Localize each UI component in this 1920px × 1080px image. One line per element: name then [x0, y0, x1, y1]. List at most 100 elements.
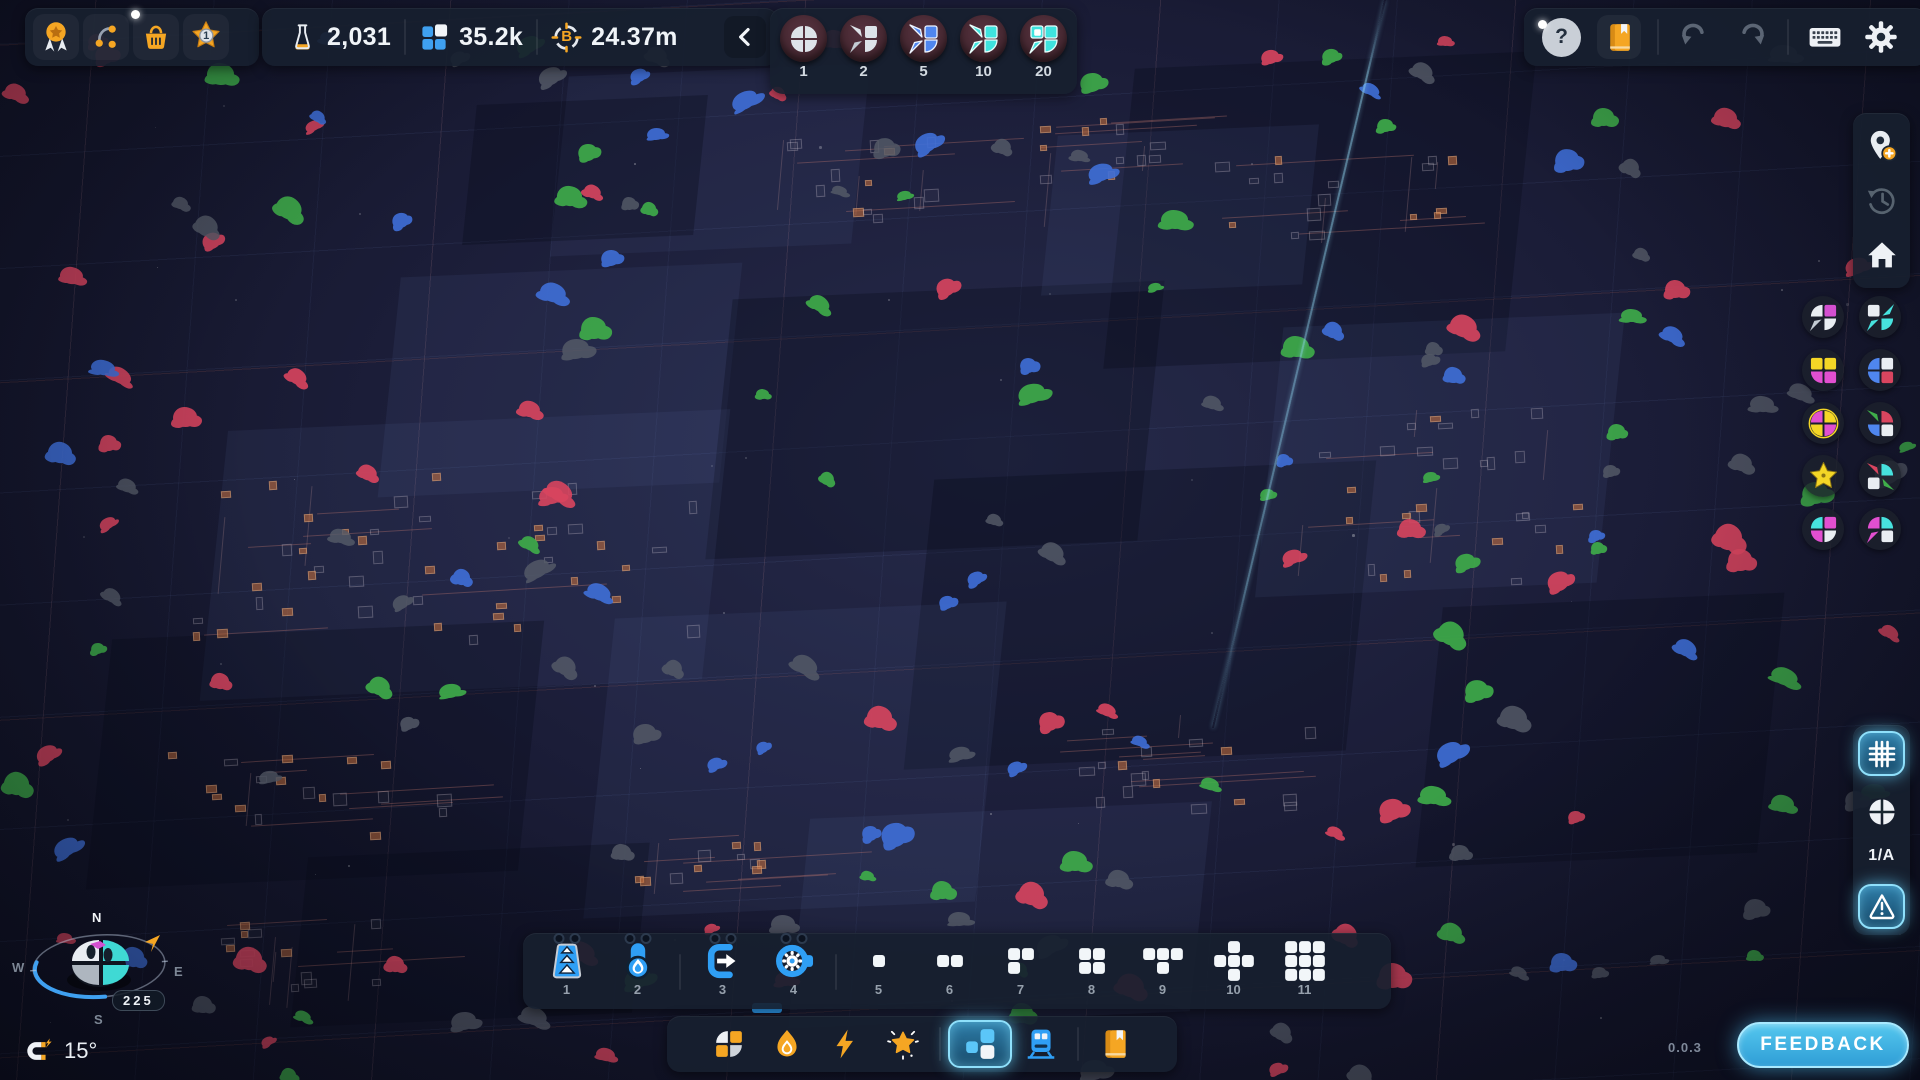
pinned-shape-10[interactable] [1859, 508, 1901, 550]
platform-layout-icon [1069, 938, 1115, 984]
compass-north-label: N [92, 910, 101, 925]
rank-button[interactable]: 1 [183, 14, 229, 60]
platform-layout-icon [927, 938, 973, 984]
keybindings-button[interactable] [1804, 16, 1846, 58]
category-shapes[interactable] [700, 1020, 758, 1068]
category-bar [667, 1016, 1177, 1072]
space-points-icon [886, 1027, 920, 1061]
research-points-value: 2,031 [327, 23, 391, 52]
shape-icon [840, 15, 887, 62]
grid-icon [1866, 738, 1898, 770]
throughput-shape-10[interactable]: 10 [960, 15, 1007, 80]
toolbar-item-5[interactable]: 5 [843, 938, 914, 1006]
compass[interactable]: N E S W 225 [10, 908, 188, 1030]
pie-shape-icon [1865, 795, 1899, 829]
shape-icon [780, 15, 827, 62]
magnet-icon [24, 1036, 54, 1066]
resource-bar: 2,031 35.2k B 24.37m [262, 8, 778, 66]
settings-button[interactable] [1860, 16, 1902, 58]
pinned-shape-9[interactable] [1802, 508, 1844, 550]
category-space-points[interactable] [874, 1020, 932, 1068]
category-knowledge[interactable] [1086, 1020, 1144, 1068]
toolbar-item-11[interactable]: 11 [1269, 938, 1340, 1006]
divider [1077, 1027, 1079, 1061]
help-button[interactable]: ? [1534, 18, 1589, 57]
pinned-shape-7[interactable] [1802, 455, 1844, 497]
redo-button[interactable] [1730, 16, 1772, 58]
divider [835, 954, 837, 990]
toolbar-item-9[interactable]: 9 [1127, 938, 1198, 1006]
throughput-shape-2[interactable]: 2 [840, 15, 887, 80]
divider [1657, 19, 1659, 55]
extractor-icon [700, 938, 746, 984]
toolbar-item-3[interactable]: 3 [687, 938, 758, 1006]
pinned-shape-1[interactable] [1802, 296, 1844, 338]
history-button[interactable] [1861, 180, 1903, 222]
rank-badge: 1 [203, 30, 209, 42]
belt-icon [544, 938, 590, 984]
toolbar-item-4[interactable]: 4 [758, 938, 829, 1006]
shape-icon [960, 15, 1007, 62]
divider [679, 954, 681, 990]
category-platforms[interactable] [948, 1020, 1012, 1068]
warning-icon [1866, 890, 1898, 922]
toolbar-item-1[interactable]: 1 [531, 938, 602, 1006]
research-points: 2,031 [274, 22, 404, 53]
add-marker-button[interactable] [1861, 125, 1903, 167]
throughput-label: 5 [919, 63, 927, 80]
category-energy[interactable] [816, 1020, 874, 1068]
platform-layout-icon [1282, 938, 1328, 984]
hotkey-label: 3 [719, 983, 726, 996]
pinned-shape-3[interactable] [1802, 349, 1844, 391]
pinned-shape-5[interactable] [1802, 402, 1844, 444]
grid-view-button[interactable] [1858, 731, 1905, 776]
knowledge-icon [1098, 1027, 1132, 1061]
collapse-resources-button[interactable] [724, 16, 766, 58]
hotkey-label: 10 [1226, 983, 1240, 996]
toolbar-item-2[interactable]: 2 [602, 938, 673, 1006]
shapes-count-value: 35.2k [459, 23, 523, 52]
achievements-button[interactable] [33, 14, 79, 60]
platform-layout-icon [1211, 938, 1257, 984]
undo-button[interactable] [1674, 16, 1716, 58]
gear-icon [1860, 16, 1902, 58]
flask-icon [287, 22, 318, 53]
hotkey-label: 4 [790, 983, 797, 996]
hotkey-label: 8 [1088, 983, 1095, 996]
throughput-label: 1 [799, 63, 807, 80]
throughput-shape-20[interactable]: 20 [1020, 15, 1067, 80]
coins-count: B 24.37m [538, 22, 691, 53]
throughput-shape-5[interactable]: 5 [900, 15, 947, 80]
cutter-icon [771, 938, 817, 984]
category-trains[interactable] [1012, 1020, 1070, 1068]
toolbar-item-7[interactable]: 7 [985, 938, 1056, 1006]
redo-icon [1730, 16, 1772, 58]
game-viewport[interactable]: 1 2,031 35.2k B 24.37m [0, 0, 1920, 1080]
pinned-shape-2[interactable] [1859, 296, 1901, 338]
milestone-tree-button[interactable] [83, 14, 129, 60]
pinned-shape-8[interactable] [1859, 455, 1901, 497]
pinned-shape-4[interactable] [1859, 349, 1901, 391]
throughput-label: 20 [1035, 63, 1052, 80]
basket-icon [138, 19, 174, 55]
hotkey-label: 2 [634, 983, 641, 996]
fluids-icon [770, 1027, 804, 1061]
alerts-button[interactable] [1858, 884, 1905, 929]
platform-layout-icon [1140, 938, 1186, 984]
toolbar-item-8[interactable]: 8 [1056, 938, 1127, 1006]
feedback-button[interactable]: FEEDBACK [1737, 1022, 1909, 1068]
shape-view-button[interactable] [1865, 795, 1899, 829]
history-icon [1864, 183, 1900, 219]
shop-button[interactable] [133, 14, 179, 60]
hotkey-label: 11 [1298, 983, 1312, 996]
throughput-shape-1[interactable]: 1 [780, 15, 827, 80]
toolbar-item-6[interactable]: 6 [914, 938, 985, 1006]
energy-icon [828, 1027, 862, 1061]
wiki-button[interactable] [1597, 15, 1641, 59]
toolbar-item-10[interactable]: 10 [1198, 938, 1269, 1006]
pinned-shape-6[interactable] [1859, 402, 1901, 444]
home-button[interactable] [1861, 234, 1903, 276]
variant-dots [624, 933, 651, 944]
category-fluids[interactable] [758, 1020, 816, 1068]
shape-icon [900, 15, 947, 62]
